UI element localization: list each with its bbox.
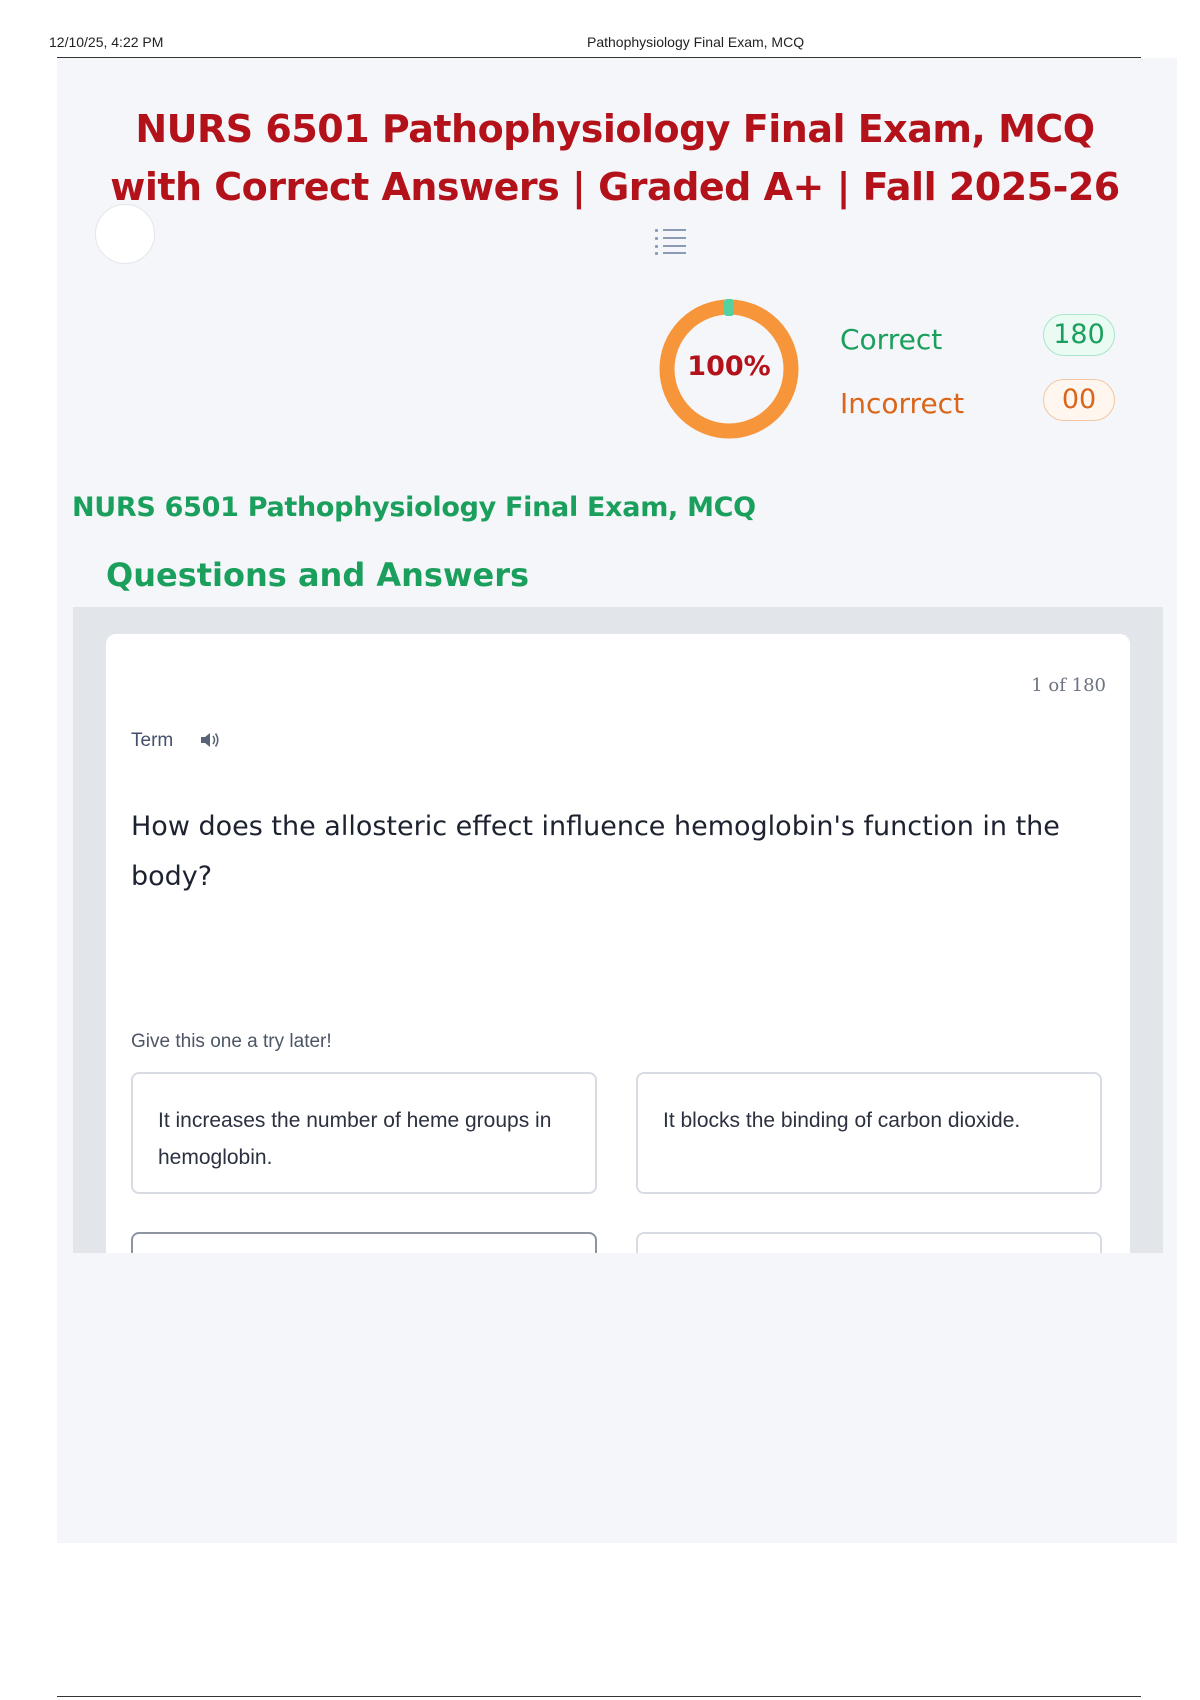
correct-count-badge: 180	[1043, 314, 1115, 356]
donut-marker	[724, 299, 734, 316]
answer-option[interactable]	[131, 1232, 597, 1253]
section-title: NURS 6501 Pathophysiology Final Exam, MC…	[72, 492, 756, 523]
answer-option[interactable]	[636, 1232, 1102, 1253]
print-datetime: 12/10/25, 4:22 PM	[49, 34, 164, 50]
flashcard-area: 1 of 180 Term How does the allosteric ef…	[73, 607, 1163, 1253]
incorrect-count-badge: 00	[1043, 379, 1115, 421]
answer-option-text: It blocks the binding of carbon dioxide.	[663, 1109, 1021, 1132]
score-percent: 100%	[687, 351, 771, 382]
answer-option[interactable]: It blocks the binding of carbon dioxide.	[636, 1072, 1102, 1194]
question-text: How does the allosteric effect influence…	[131, 811, 1060, 892]
section-subtitle: Questions and Answers	[106, 556, 530, 594]
incorrect-label: Incorrect	[840, 387, 965, 420]
answer-option[interactable]: It increases the number of heme groups i…	[131, 1072, 597, 1194]
footer-divider	[57, 1696, 1141, 1697]
print-page-title: Pathophysiology Final Exam, MCQ	[587, 34, 805, 50]
speaker-icon[interactable]	[199, 730, 221, 750]
page-title: NURS 6501 Pathophysiology Final Exam, MC…	[110, 107, 1120, 209]
flashcard: 1 of 180 Term How does the allosteric ef…	[106, 634, 1130, 1253]
avatar[interactable]	[95, 204, 155, 264]
answer-option-text: It increases the number of heme groups i…	[158, 1109, 552, 1169]
term-label: Term	[131, 730, 174, 751]
try-later-hint: Give this one a try later!	[131, 1031, 332, 1052]
question-counter: 1 of 180	[1031, 675, 1106, 696]
list-icon[interactable]	[655, 229, 687, 255]
correct-label: Correct	[840, 323, 943, 356]
